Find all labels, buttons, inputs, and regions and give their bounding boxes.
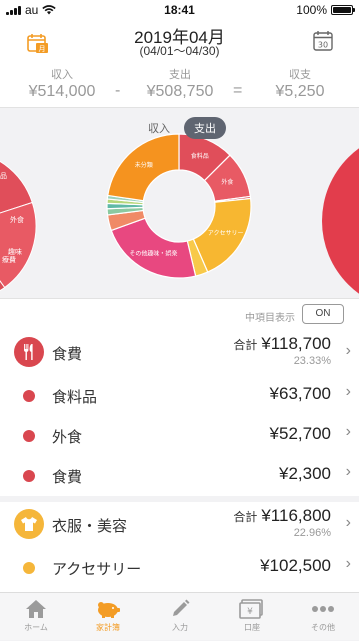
color-dot	[23, 470, 35, 482]
subcategory-amount: ¥63,700	[269, 384, 331, 403]
subcategory-amount: ¥2,300	[279, 464, 331, 483]
income-summary: 収入 ¥514,000	[22, 66, 102, 101]
category-row-food[interactable]: 食費 合計 ¥118,700 23.33% ›	[0, 330, 359, 376]
chart-slice-label: その他趣味・娯楽	[129, 250, 177, 258]
tab-bar: ホーム 家計簿 入力 ¥ 口座 その他	[0, 592, 359, 640]
tab-more[interactable]: その他	[287, 593, 359, 641]
prev-chart-label: 品	[0, 172, 7, 180]
subcategory-row[interactable]: 食費 ¥2,300 ›	[0, 456, 359, 496]
equals-sign: =	[233, 82, 243, 99]
tab-label: その他	[311, 623, 335, 632]
category-row-clothes[interactable]: 衣服・美容 合計 ¥116,800 22.96% ›	[0, 502, 359, 548]
pencil-icon	[173, 599, 190, 616]
tab-label: 家計簿	[96, 623, 120, 632]
minus-sign: -	[115, 82, 121, 99]
tab-label: 入力	[172, 623, 188, 632]
yen-card-icon: ¥	[239, 599, 263, 619]
subcategory-row[interactable]: 外食 ¥52,700 ›	[0, 416, 359, 456]
expense-summary: 支出 ¥508,750	[140, 66, 220, 101]
income-value: ¥514,000	[28, 83, 96, 100]
subcategory-name: 外食	[52, 429, 83, 446]
chart-carousel[interactable]: 収入 支出 品外食趣味 療費 食料品外食アクセサリーその他趣味・娯楽 未分類	[0, 108, 359, 298]
chevron-right-icon: ›	[345, 514, 351, 531]
svg-text:30: 30	[318, 41, 328, 50]
prev-chart-label: 療費	[2, 255, 16, 264]
prev-chart-label: 外食	[10, 215, 24, 224]
tshirt-icon	[14, 509, 44, 539]
income-label: 収入	[51, 69, 73, 81]
subcategory-toggle-button[interactable]: ON	[302, 304, 344, 324]
color-dot	[23, 390, 35, 402]
home-icon	[26, 600, 46, 618]
category-total: 合計 ¥118,700	[233, 334, 331, 354]
chevron-right-icon: ›	[345, 423, 351, 440]
tab-label: ホーム	[24, 623, 48, 632]
subcategory-name: 食費	[52, 469, 83, 486]
total-label: 合計	[233, 510, 258, 524]
date-range: (04/01〜04/30)	[139, 44, 220, 58]
next-chart-slice	[322, 148, 359, 294]
toggle-expense[interactable]: 支出	[184, 117, 226, 139]
battery-percent: 100%	[296, 3, 327, 17]
piggy-bank-icon	[98, 602, 120, 618]
subcategory-name: アクセサリー	[52, 561, 142, 578]
fork-knife-icon	[14, 337, 44, 367]
subcategory-row[interactable]: 食料品 ¥63,700 ›	[0, 376, 359, 416]
tab-input[interactable]: 入力	[144, 593, 216, 641]
category-total-value: ¥116,800	[261, 506, 331, 525]
category-total-value: ¥118,700	[261, 334, 331, 353]
chevron-right-icon: ›	[345, 555, 351, 572]
chart-slice-label: 食料品	[191, 152, 209, 160]
subcategory-display-label: 中項目表示	[245, 313, 295, 324]
status-bar: au 18:41 100%	[0, 0, 359, 20]
more-dots-icon	[312, 606, 334, 612]
category-name: 食費	[52, 346, 83, 363]
net-label: 収支	[289, 69, 311, 81]
chart-slice-label: 外食	[221, 178, 233, 186]
total-label: 合計	[233, 338, 258, 352]
tab-home[interactable]: ホーム	[0, 593, 72, 641]
category-total: 合計 ¥116,800	[233, 506, 331, 526]
expense-label: 支出	[169, 69, 191, 81]
tab-accounts[interactable]: ¥ 口座	[216, 593, 288, 641]
svg-text:¥: ¥	[247, 607, 253, 617]
month-header: 月 2019年04月 (04/01〜04/30) 30 収入 ¥514,000 …	[0, 20, 359, 108]
category-percent: 22.96%	[293, 527, 331, 539]
tab-household-book[interactable]: 家計簿	[72, 593, 144, 641]
subcategory-name: 食料品	[52, 389, 98, 406]
category-percent: 23.33%	[293, 355, 331, 367]
toggle-income[interactable]: 収入	[138, 117, 180, 139]
color-dot	[23, 562, 35, 574]
subcategory-option-row: 中項目表示 ON	[0, 298, 359, 330]
subcategory-amount: ¥102,500	[260, 556, 331, 575]
chevron-right-icon: ›	[345, 463, 351, 480]
color-dot	[23, 430, 35, 442]
expense-value: ¥508,750	[146, 83, 214, 100]
income-expense-toggle[interactable]: 収入 支出	[138, 117, 226, 139]
subcategory-row[interactable]: アクセサリー ¥102,500 ›	[0, 548, 359, 588]
category-list[interactable]: 食費 合計 ¥118,700 23.33% › 食料品 ¥63,700 › 外食 …	[0, 330, 359, 592]
subcategory-amount: ¥52,700	[269, 424, 331, 443]
chevron-right-icon: ›	[345, 383, 351, 400]
category-name: 衣服・美容	[52, 518, 128, 535]
tab-label: 口座	[244, 623, 260, 632]
balance-summary: 収入 ¥514,000 - 支出 ¥508,750 = 収支 ¥5,250	[0, 66, 359, 106]
chart-slice[interactable]	[110, 217, 197, 279]
prev-chart-label: 趣味	[8, 247, 22, 256]
net-value: ¥5,250	[275, 83, 325, 100]
chart-slice-label: アクセサリー	[208, 230, 244, 237]
battery-icon	[331, 5, 355, 15]
chevron-right-icon: ›	[345, 342, 351, 359]
calendar-day-icon[interactable]: 30	[313, 30, 333, 52]
chart-slice-label: 未分類	[135, 161, 153, 169]
net-summary: 収支 ¥5,250	[262, 66, 338, 101]
